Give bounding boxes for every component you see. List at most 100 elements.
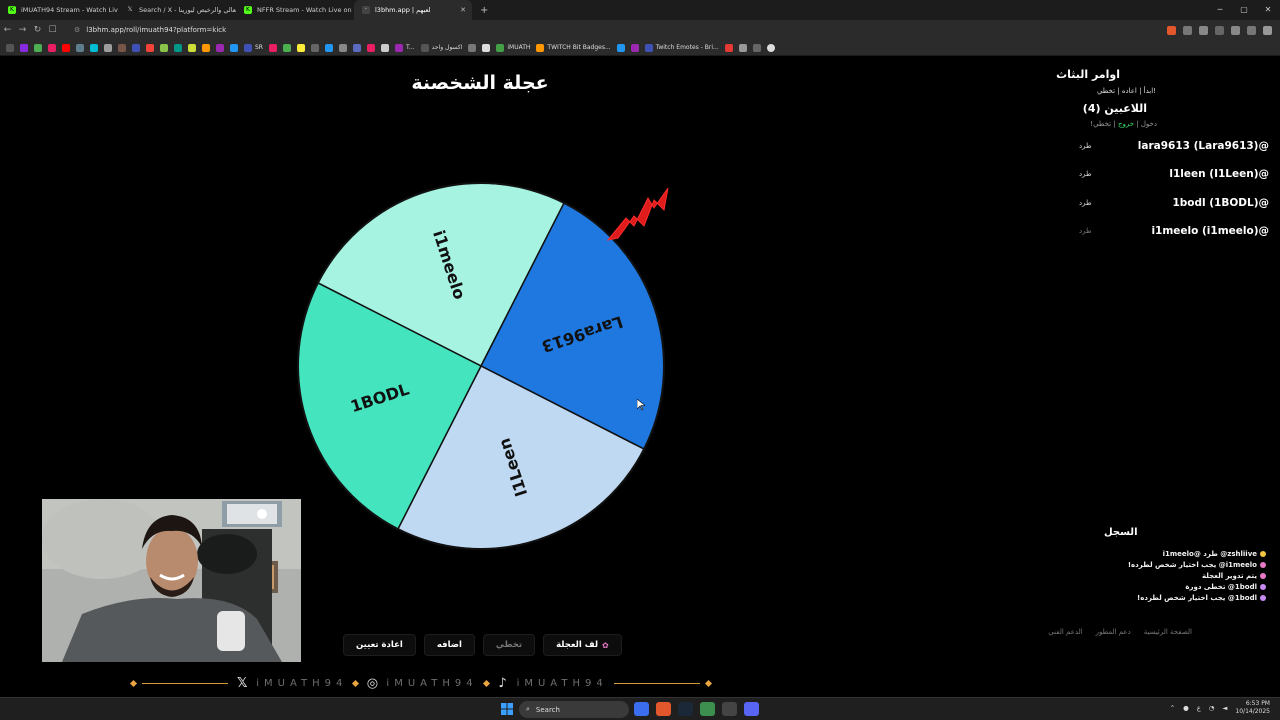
brave-browser-icon[interactable] xyxy=(656,702,671,716)
new-tab-button[interactable]: + xyxy=(472,5,496,16)
chevron-up-icon[interactable]: ⌃ xyxy=(1170,704,1175,712)
extension-icon[interactable] xyxy=(1247,25,1256,35)
bookmark-item[interactable] xyxy=(380,43,389,52)
kick-button[interactable]: طرد xyxy=(1079,227,1092,235)
player-name: l1leen (I1Leen)@ xyxy=(1169,168,1269,180)
maximize-icon[interactable]: ▢ xyxy=(1232,0,1256,20)
extension-icon[interactable] xyxy=(1231,25,1240,35)
bookmark-item[interactable]: Twitch Emotes - Bri... xyxy=(644,43,719,52)
bookmark-item[interactable]: iMUATH xyxy=(496,43,530,52)
bookmark-item[interactable]: SR xyxy=(244,43,263,52)
extension-icon[interactable] xyxy=(1215,25,1224,35)
add-button[interactable]: اضافه xyxy=(423,634,475,656)
taskbar-app-icon[interactable] xyxy=(722,702,737,716)
close-tab-icon[interactable]: ✕ xyxy=(460,6,466,14)
kick-button[interactable]: طرد xyxy=(1079,170,1092,178)
brave-shield-icon[interactable] xyxy=(1167,25,1176,35)
tab-x-search[interactable]: 𝕏 Search / X - العالي والرخيص ليورينا# xyxy=(118,0,236,20)
bookmark-item[interactable] xyxy=(230,43,238,52)
clock[interactable]: 6:53 PM 10/14/2025 xyxy=(1235,700,1270,716)
support-dev-link[interactable]: دعم المطور xyxy=(1096,628,1131,636)
bookmark-item[interactable] xyxy=(468,43,477,52)
tab-l3bhm[interactable]: · l3bhm.app | لعبهم ✕ xyxy=(354,0,472,20)
mic-icon[interactable]: ● xyxy=(1183,704,1189,712)
apps-icon[interactable] xyxy=(6,43,14,52)
discord-icon[interactable] xyxy=(744,702,759,716)
bookmark-item[interactable] xyxy=(34,43,42,52)
bookmark-item[interactable] xyxy=(202,43,210,52)
divider-line xyxy=(613,682,700,684)
bookmark-item[interactable] xyxy=(324,43,333,52)
back-icon[interactable]: ← xyxy=(0,25,15,35)
windows-taskbar: ⌕ Search ⌃ ● ع ◔ ◄ 6:53 PM 10/14/2025 xyxy=(0,697,1280,720)
bookmark-item[interactable] xyxy=(146,43,154,52)
tech-support-link[interactable]: الدعم الفني xyxy=(1048,628,1082,636)
kick-button[interactable]: طرد xyxy=(1079,199,1092,207)
spin-button[interactable]: لف العجلة ✿ xyxy=(543,634,622,656)
taskbar-app-icon[interactable] xyxy=(678,702,693,716)
bookmark-item[interactable] xyxy=(482,43,491,52)
taskbar-search[interactable]: ⌕ Search xyxy=(519,701,629,718)
url-field[interactable]: ⚙ l3bhm.app/roll/imuath94?platform=kick xyxy=(74,26,226,34)
windows-start-icon[interactable] xyxy=(501,703,513,715)
bookmark-item[interactable] xyxy=(62,43,70,52)
volume-icon[interactable]: ◄ xyxy=(1222,704,1227,712)
bookmark-item[interactable] xyxy=(118,43,126,52)
bookmark-item[interactable] xyxy=(104,43,112,52)
extension-icon[interactable] xyxy=(1183,25,1192,35)
bookmark-item[interactable] xyxy=(724,43,733,52)
forward-icon[interactable]: → xyxy=(15,25,30,35)
bookmark-item[interactable] xyxy=(216,43,224,52)
close-window-icon[interactable]: ✕ xyxy=(1256,0,1280,20)
bookmark-item[interactable] xyxy=(352,43,361,52)
wifi-icon[interactable]: ◔ xyxy=(1209,704,1215,712)
minimize-icon[interactable]: ─ xyxy=(1208,0,1232,20)
diamond-ornament-icon xyxy=(129,679,138,687)
bookmark-item[interactable] xyxy=(616,43,625,52)
bookmark-item[interactable] xyxy=(310,43,319,52)
bookmark-item[interactable] xyxy=(48,43,56,52)
tab-nffr-stream[interactable]: K NFFR Stream - Watch Live on Kick xyxy=(236,0,354,20)
page-title: عجلة الشخصنة xyxy=(411,72,549,94)
taskbar-app-icon[interactable] xyxy=(700,702,715,716)
reset-button[interactable]: اعادة تعيين xyxy=(343,634,416,656)
menu-icon[interactable] xyxy=(1263,25,1272,35)
bookmark-item[interactable]: T... xyxy=(394,43,415,52)
bookmark-item[interactable] xyxy=(132,43,140,52)
bookmark-item[interactable] xyxy=(752,43,761,52)
bookmark-item[interactable] xyxy=(76,43,84,52)
bookmark-item[interactable] xyxy=(282,43,291,52)
log-emoji-icon xyxy=(1260,550,1266,557)
tab-imuath-stream[interactable]: K iMUATH94 Stream - Watch Live o xyxy=(0,0,118,20)
tab-label: l3bhm.app | لعبهم xyxy=(375,6,431,14)
bookmark-item[interactable] xyxy=(268,43,277,52)
bookmark-item[interactable] xyxy=(20,43,28,52)
bookmark-item[interactable]: TWITCH Bit Badges... xyxy=(536,43,611,52)
taskbar-app-icon[interactable] xyxy=(634,702,649,716)
bookmark-item[interactable] xyxy=(338,43,347,52)
bookmark-item[interactable] xyxy=(90,43,98,52)
bookmark-item[interactable] xyxy=(160,43,168,52)
kick-icon: K xyxy=(244,6,252,14)
bookmark-item[interactable] xyxy=(296,43,305,52)
bookmark-icon[interactable]: ☐ xyxy=(45,25,60,35)
site-settings-icon[interactable]: ⚙ xyxy=(74,26,80,34)
kick-button[interactable]: طرد xyxy=(1079,142,1092,150)
handle-text: iMUATH94 xyxy=(256,677,348,689)
language-indicator[interactable]: ع xyxy=(1197,704,1201,712)
bookmark-item[interactable] xyxy=(766,43,775,52)
skip-button[interactable]: تخطي xyxy=(482,634,536,656)
reload-icon[interactable]: ↻ xyxy=(30,25,45,35)
bookmark-item[interactable] xyxy=(366,43,375,52)
social-handles-bar: 𝕏 iMUATH94 ◎ iMUATH94 ♪ iMUATH94 xyxy=(129,674,713,692)
bookmark-item[interactable] xyxy=(174,43,182,52)
kick-icon: K xyxy=(8,6,16,14)
bookmark-item[interactable] xyxy=(188,43,196,52)
bookmark-item[interactable] xyxy=(738,43,747,52)
bookmark-item[interactable] xyxy=(630,43,639,52)
extension-icon[interactable] xyxy=(1199,25,1208,35)
log-emoji-icon xyxy=(1260,561,1266,568)
home-link[interactable]: الصفحة الرئيسية xyxy=(1144,628,1192,636)
footer-links: الصفحة الرئيسية دعم المطور الدعم الفني xyxy=(1048,628,1192,636)
bookmark-item[interactable]: اكسول واحد xyxy=(420,43,462,52)
